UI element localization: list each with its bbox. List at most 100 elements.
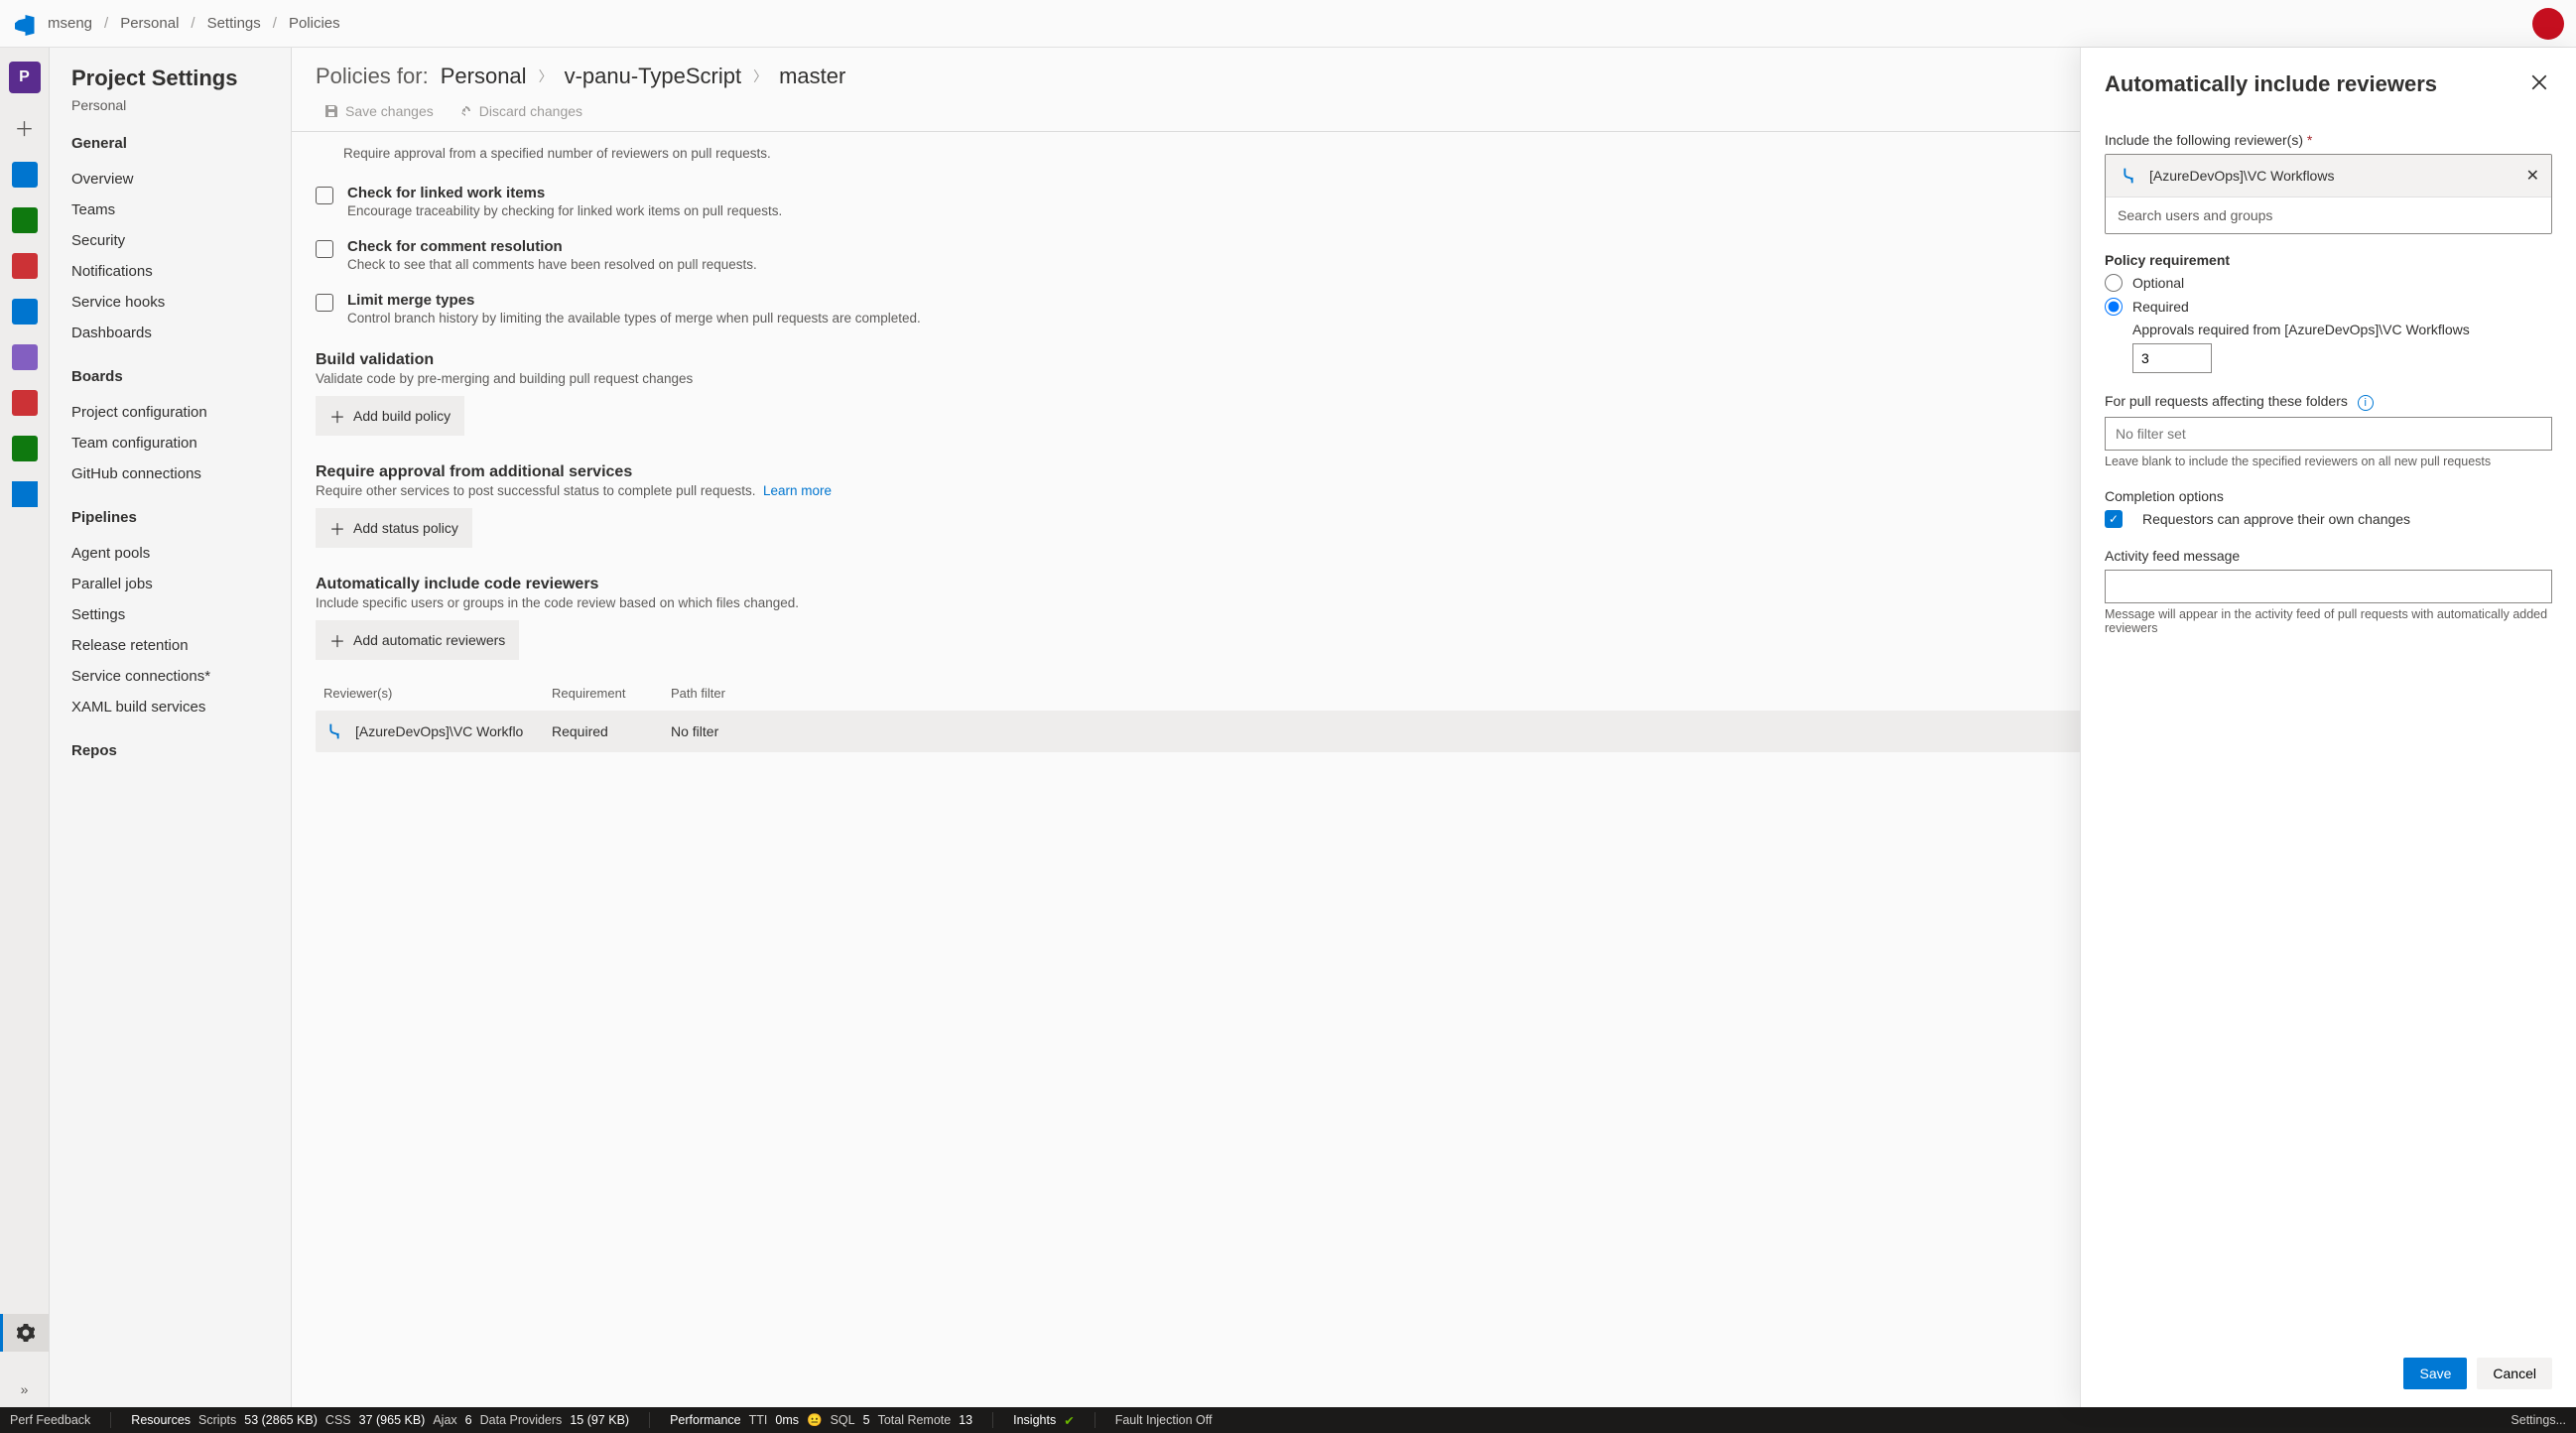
sidebar-item-teams[interactable]: Teams: [71, 195, 269, 225]
approvals-label: Approvals required from [AzureDevOps]\VC…: [2132, 322, 2552, 337]
reviewer-search-input[interactable]: [2106, 197, 2551, 233]
activity-feed-input[interactable]: [2105, 570, 2552, 603]
save-button[interactable]: Save: [2403, 1358, 2467, 1389]
status-performance[interactable]: Performance: [670, 1413, 741, 1427]
activity-feed-label: Activity feed message: [2105, 548, 2552, 564]
status-resources[interactable]: Resources: [131, 1413, 191, 1427]
activity-feed-hint: Message will appear in the activity feed…: [2105, 607, 2552, 635]
radio[interactable]: [2105, 274, 2123, 292]
status-settings[interactable]: Settings...: [2511, 1413, 2566, 1427]
sidebar-item-settings[interactable]: Settings: [71, 599, 269, 630]
reviewer-picker: [AzureDevOps]\VC Workflows ✕: [2105, 154, 2552, 234]
breadcrumb: mseng / Personal / Settings / Policies: [48, 15, 340, 32]
add-build-policy-button[interactable]: ＋ Add build policy: [316, 396, 464, 436]
status-fault-injection[interactable]: Fault Injection Off: [1115, 1413, 1213, 1427]
status-tr-label: Total Remote: [878, 1413, 952, 1427]
avatar[interactable]: [2532, 8, 2564, 40]
sidebar-item-xaml-build[interactable]: XAML build services: [71, 692, 269, 722]
sidebar-item-notifications[interactable]: Notifications: [71, 256, 269, 287]
learn-more-link[interactable]: Learn more: [763, 483, 832, 498]
sidebar-item-parallel-jobs[interactable]: Parallel jobs: [71, 569, 269, 599]
discard-changes-button: Discard changes: [457, 103, 582, 119]
policy-path-branch[interactable]: master: [779, 64, 845, 89]
status-perf-feedback[interactable]: Perf Feedback: [10, 1413, 90, 1427]
chevron-right-icon: 〉: [539, 66, 553, 86]
sidebar-project: Personal: [71, 97, 269, 113]
checkbox[interactable]: [316, 187, 333, 204]
add-icon[interactable]: ＋: [15, 113, 35, 142]
status-emoji-icon: 😐: [807, 1413, 823, 1428]
project-tile[interactable]: P: [9, 62, 41, 93]
radio[interactable]: [2105, 298, 2123, 316]
rail-boards-icon[interactable]: [12, 207, 38, 233]
requestors-approve-checkbox[interactable]: ✓ Requestors can approve their own chang…: [2105, 510, 2552, 528]
undo-icon: [457, 103, 473, 119]
panel-close-button[interactable]: [2526, 69, 2552, 98]
rail-compliance-icon[interactable]: [12, 436, 38, 461]
reviewers-col-reviewers: Reviewer(s): [323, 686, 552, 701]
rail-pipelines-icon[interactable]: [12, 299, 38, 325]
workspace: P ＋ » Project Settings Personal General …: [0, 48, 2576, 1407]
status-ajax-label: Ajax: [433, 1413, 456, 1427]
folders-input[interactable]: [2105, 417, 2552, 451]
rail-settings[interactable]: [0, 1314, 49, 1352]
policy-optional-radio[interactable]: Optional: [2105, 274, 2552, 292]
policy-required-radio[interactable]: Required: [2105, 298, 2552, 316]
status-tr: 13: [959, 1413, 972, 1427]
remove-reviewer-button[interactable]: ✕: [2526, 166, 2539, 186]
breadcrumb-project[interactable]: Personal: [120, 15, 179, 32]
sidebar-item-dashboards[interactable]: Dashboards: [71, 318, 269, 348]
check-icon: ✔: [1064, 1413, 1074, 1428]
sidebar-item-security[interactable]: Security: [71, 225, 269, 256]
rail-overview-icon[interactable]: [12, 162, 38, 188]
azure-devops-logo-icon: [12, 12, 36, 36]
plus-icon: ＋: [329, 516, 345, 540]
expand-rail-icon[interactable]: »: [21, 1371, 29, 1407]
status-insights[interactable]: Insights: [1013, 1413, 1056, 1427]
sidebar-item-release-ret[interactable]: Release retention: [71, 630, 269, 661]
save-icon: [323, 103, 339, 119]
panel-footer: Save Cancel: [2081, 1344, 2576, 1407]
status-sql: 5: [863, 1413, 870, 1427]
rail-repos-icon[interactable]: [12, 253, 38, 279]
cancel-button[interactable]: Cancel: [2477, 1358, 2552, 1389]
breadcrumb-sep: /: [191, 15, 194, 32]
rail-testplans-icon[interactable]: [12, 344, 38, 370]
checkbox[interactable]: [316, 294, 333, 312]
sidebar-item-agent-pools[interactable]: Agent pools: [71, 538, 269, 569]
plus-icon: ＋: [329, 628, 345, 652]
checkbox-checked-icon: ✓: [2105, 510, 2123, 528]
status-sql-label: SQL: [831, 1413, 855, 1427]
sidebar-item-project-config[interactable]: Project configuration: [71, 397, 269, 428]
breadcrumb-area[interactable]: Settings: [207, 15, 261, 32]
sidebar-item-team-config[interactable]: Team configuration: [71, 428, 269, 458]
sidebar-item-overview[interactable]: Overview: [71, 164, 269, 195]
breadcrumb-org[interactable]: mseng: [48, 15, 92, 32]
info-icon[interactable]: i: [2358, 395, 2374, 411]
sidebar-item-service-hooks[interactable]: Service hooks: [71, 287, 269, 318]
plus-icon: ＋: [329, 404, 345, 428]
sidebar-item-github-conn[interactable]: GitHub connections: [71, 458, 269, 489]
rail-artifacts-icon[interactable]: [12, 390, 38, 416]
status-tti: 0ms: [775, 1413, 799, 1427]
policy-path-repo[interactable]: v-panu-TypeScript: [565, 64, 742, 89]
sidebar-item-service-conn[interactable]: Service connections*: [71, 661, 269, 692]
approvals-input[interactable]: [2132, 343, 2212, 373]
status-scripts-label: Scripts: [198, 1413, 236, 1427]
statusbar: Perf Feedback Resources Scripts 53 (2865…: [0, 1407, 2576, 1433]
completion-options-label: Completion options: [2105, 488, 2552, 504]
reviewer-chip-label: [AzureDevOps]\VC Workflows: [2149, 168, 2334, 184]
checkbox[interactable]: [316, 240, 333, 258]
policy-check-title: Check for comment resolution: [347, 238, 757, 255]
status-css-label: CSS: [325, 1413, 351, 1427]
add-status-policy-button[interactable]: ＋ Add status policy: [316, 508, 472, 548]
include-reviewers-label: Include the following reviewer(s) *: [2105, 132, 2552, 148]
policy-check-desc: Control branch history by limiting the a…: [347, 311, 921, 326]
save-changes-button: Save changes: [323, 103, 434, 119]
add-automatic-reviewers-button[interactable]: ＋ Add automatic reviewers: [316, 620, 519, 660]
nav-rail: P ＋ »: [0, 48, 50, 1407]
rail-misc-icon[interactable]: [12, 481, 38, 507]
folders-label: For pull requests affecting these folder…: [2105, 393, 2552, 411]
policy-path-project[interactable]: Personal: [441, 64, 527, 89]
status-ajax: 6: [465, 1413, 472, 1427]
